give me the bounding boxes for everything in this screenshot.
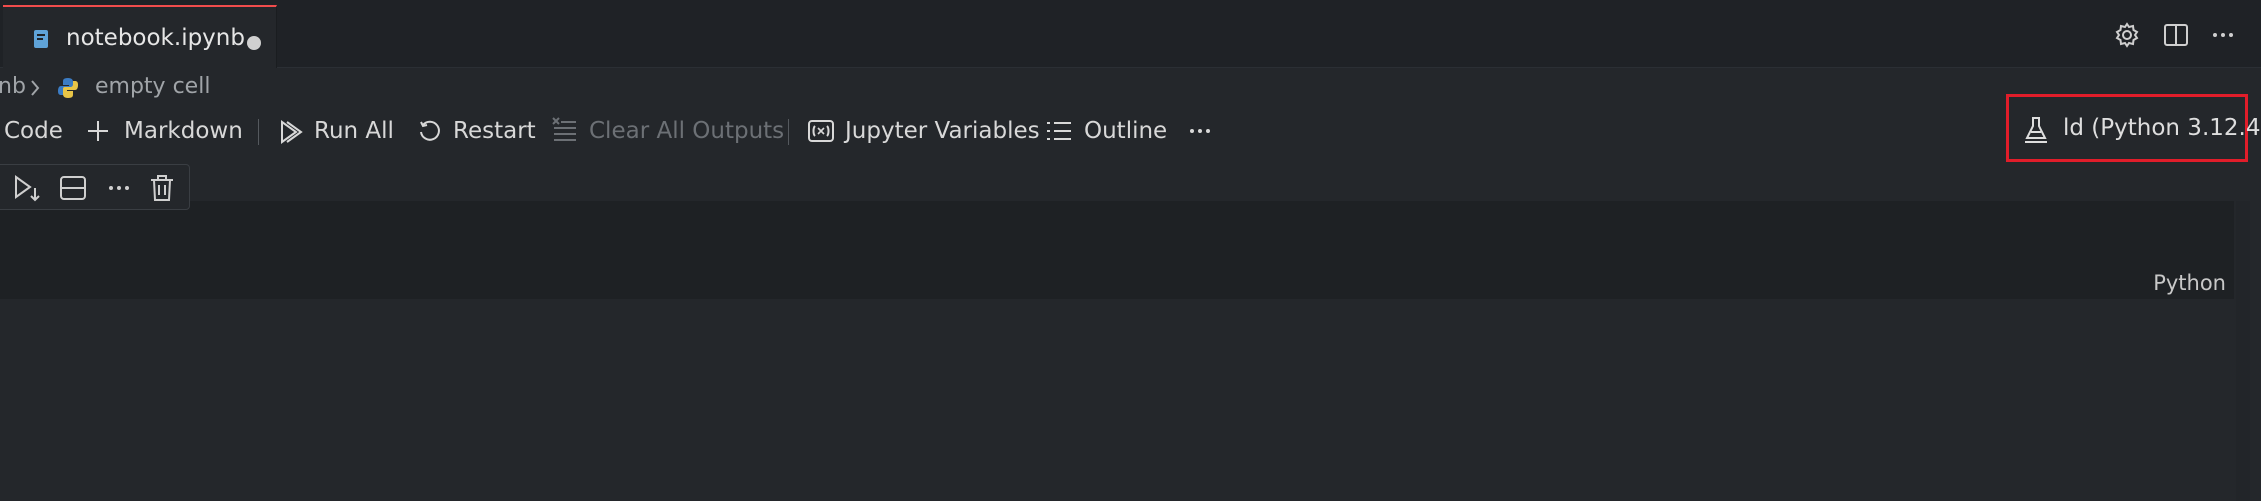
notebook-toolbar: Code Markdown Run All Restart Clear All … xyxy=(0,112,2261,152)
kernel-label: ld (Python 3.12.4) xyxy=(2063,115,2261,141)
clear-all-outputs-label: Clear All Outputs xyxy=(589,118,785,144)
toolbar-divider xyxy=(258,119,259,145)
more-icon xyxy=(1188,119,1212,143)
code-cell-editor[interactable]: Python xyxy=(0,201,2234,299)
notebook-file-icon xyxy=(33,29,49,49)
add-markdown-label: Markdown xyxy=(124,118,243,144)
more-icon[interactable] xyxy=(105,174,133,202)
add-markdown-cell-button[interactable]: Markdown xyxy=(86,112,243,152)
run-all-button[interactable]: Run All xyxy=(278,112,394,152)
outline-button[interactable]: Outline xyxy=(1046,112,1167,152)
more-icon[interactable] xyxy=(2210,22,2236,48)
jupyter-variables-label: Jupyter Variables xyxy=(845,118,1040,144)
split-editor-icon[interactable] xyxy=(2163,22,2189,48)
restart-icon xyxy=(418,119,442,143)
breadcrumb-item-current[interactable]: empty cell xyxy=(95,74,210,99)
editor-tab-bar: notebook.ipynb xyxy=(0,0,2261,68)
clear-all-outputs-button[interactable]: Clear All Outputs xyxy=(551,112,784,152)
chevron-right-icon xyxy=(29,79,41,97)
split-cell-icon[interactable] xyxy=(59,174,87,202)
toolbar-more-button[interactable] xyxy=(1188,112,1214,152)
cell-toolbar xyxy=(0,164,190,210)
restart-button[interactable]: Restart xyxy=(418,112,536,152)
run-all-icon xyxy=(278,119,304,145)
cell-language-label[interactable]: Python xyxy=(2153,271,2226,295)
add-code-cell-button[interactable]: Code xyxy=(4,112,64,152)
tab-label: notebook.ipynb xyxy=(66,25,245,51)
add-code-label: Code xyxy=(4,118,63,144)
breadcrumb-item-parent[interactable]: nb xyxy=(0,74,26,99)
python-icon xyxy=(57,77,79,99)
gear-icon[interactable] xyxy=(2114,22,2140,48)
variables-icon xyxy=(808,119,834,143)
kernel-picker-button[interactable]: ld (Python 3.12.4) xyxy=(2006,94,2261,162)
clear-outputs-icon xyxy=(551,116,577,142)
plus-icon xyxy=(86,119,110,143)
unsaved-dot-icon[interactable] xyxy=(247,36,261,50)
vertical-scrollbar[interactable] xyxy=(2236,201,2250,501)
run-all-label: Run All xyxy=(314,118,394,144)
restart-label: Restart xyxy=(453,118,536,144)
list-icon xyxy=(1046,120,1072,142)
outline-label: Outline xyxy=(1084,118,1168,144)
breadcrumb: nb empty cell xyxy=(0,74,400,108)
tab-notebook[interactable]: notebook.ipynb xyxy=(3,5,277,68)
jupyter-variables-button[interactable]: Jupyter Variables xyxy=(808,112,1040,152)
toolbar-divider xyxy=(788,119,789,145)
kernel-flask-icon xyxy=(2023,116,2049,144)
run-below-icon[interactable] xyxy=(13,174,41,202)
delete-icon[interactable] xyxy=(149,174,175,202)
